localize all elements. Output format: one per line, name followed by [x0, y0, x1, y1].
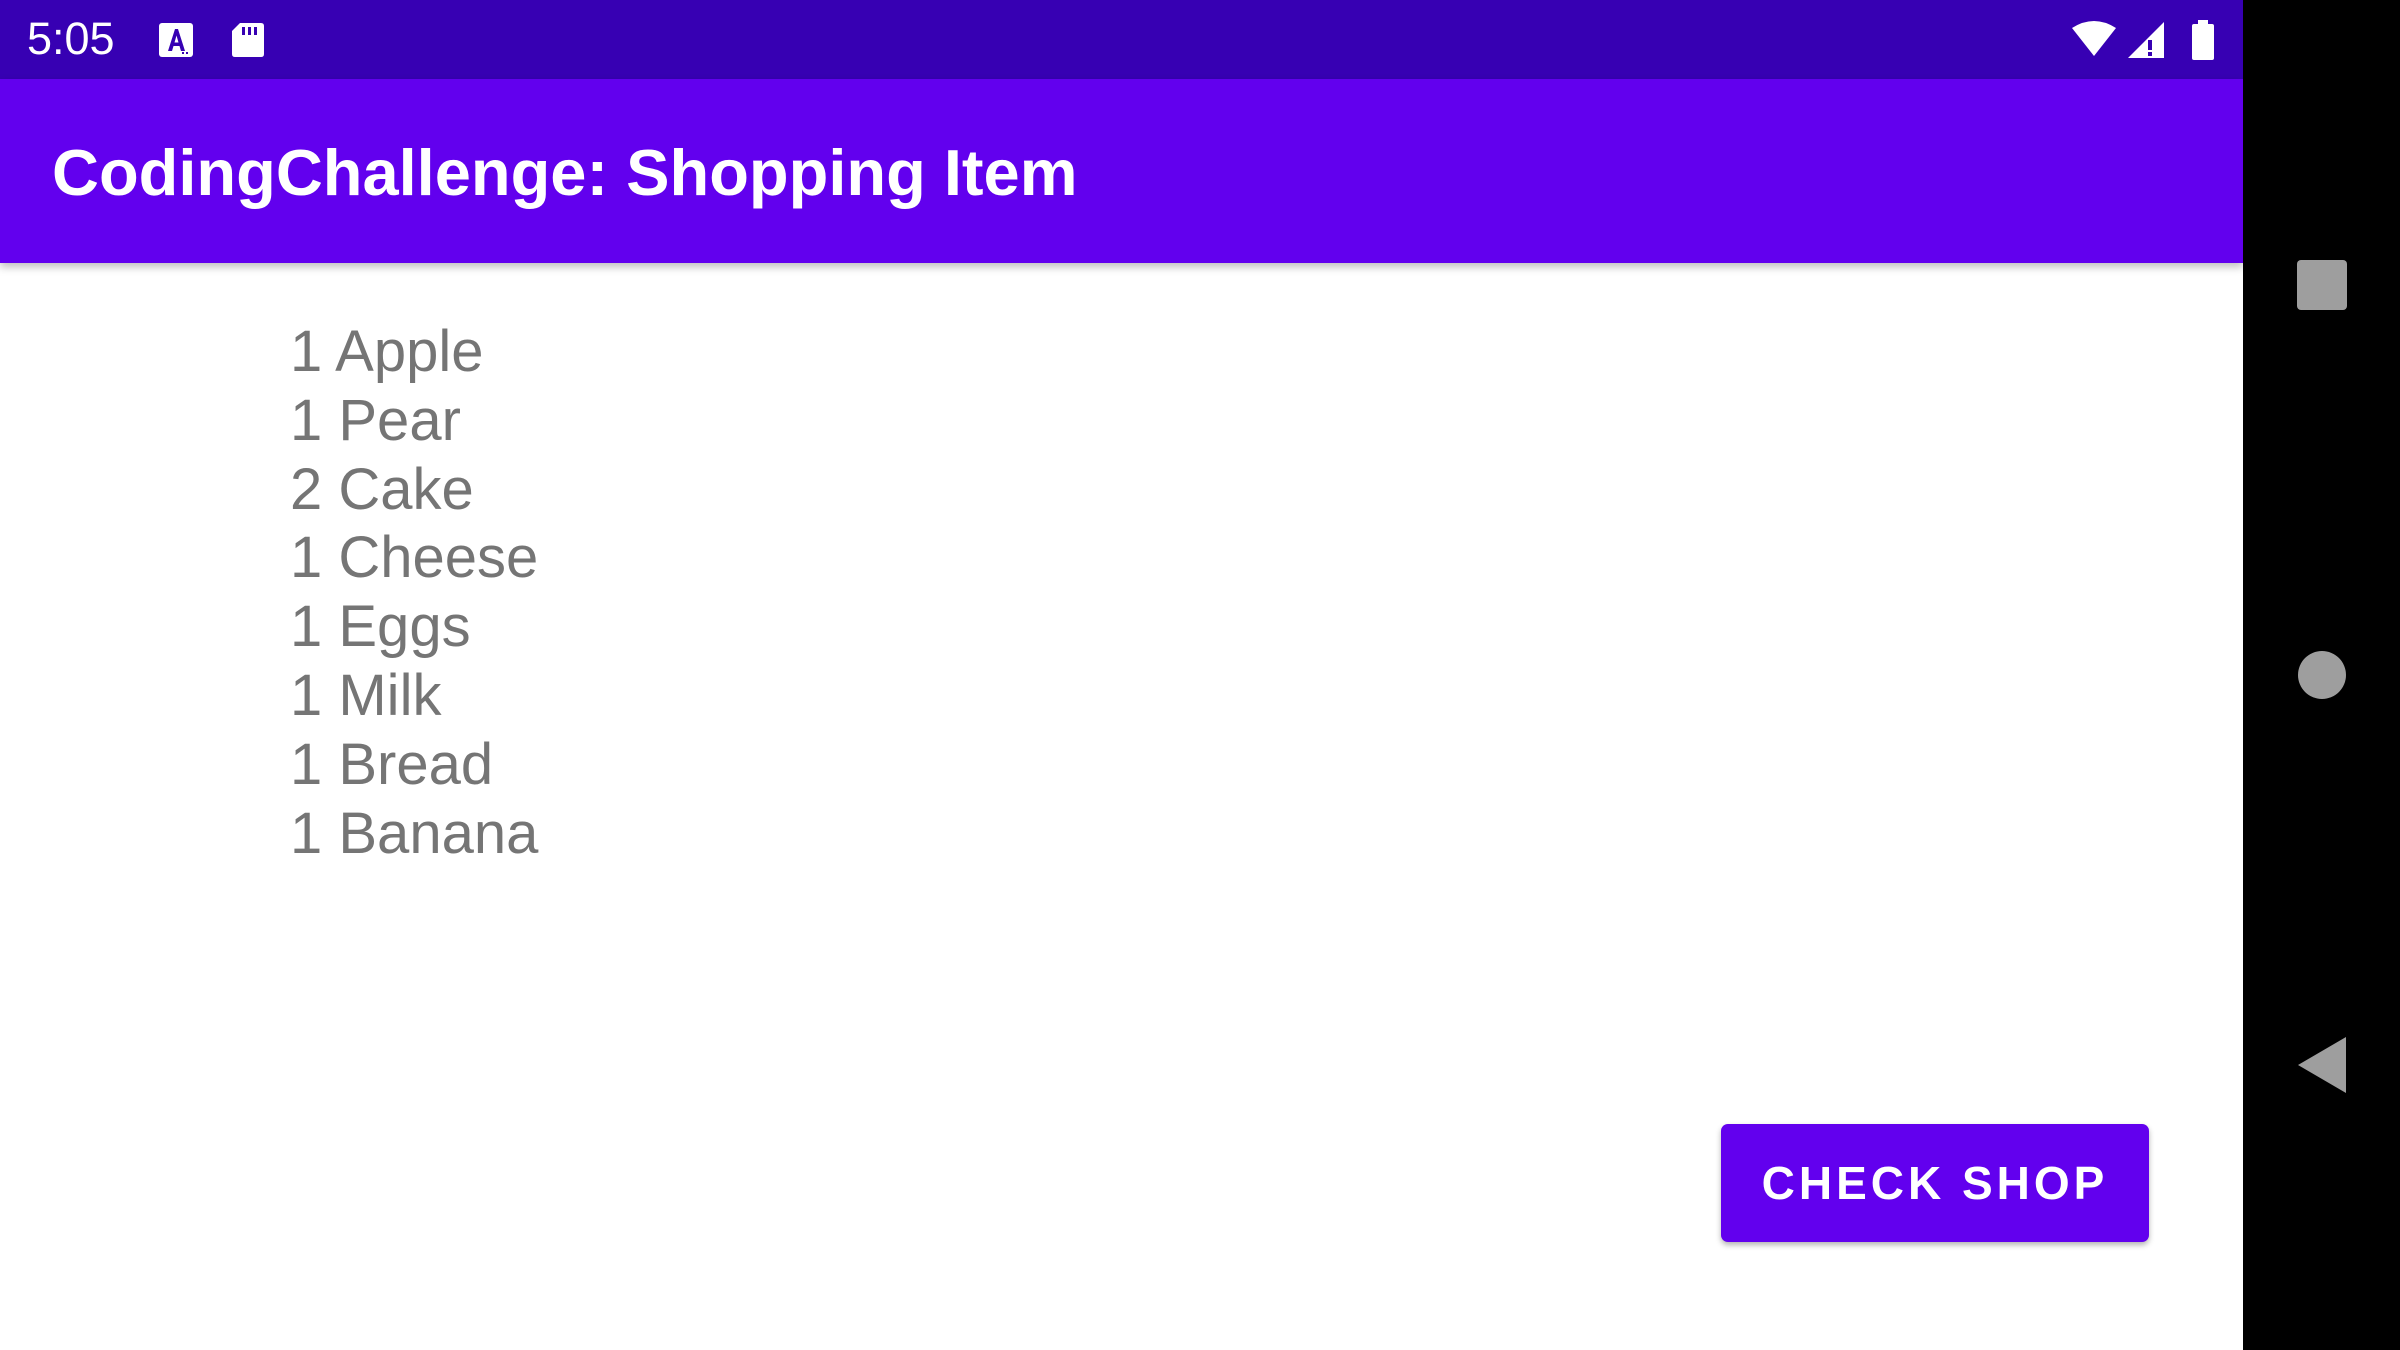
navigation-bar — [2243, 0, 2400, 1350]
check-shop-button[interactable]: CHECK SHOP — [1721, 1124, 2149, 1242]
text-input-icon — [156, 20, 196, 60]
back-button[interactable] — [2243, 985, 2400, 1145]
list-item: 1 Bread — [290, 731, 494, 797]
recents-icon — [2296, 260, 2347, 310]
cell-signal-icon — [2126, 20, 2166, 60]
list-item: 2 Cake — [290, 456, 474, 522]
shopping-list: 1 Apple 1 Pear 2 Cake 1 Cheese 1 Eggs 1 … — [290, 318, 538, 868]
status-time: 5:05 — [27, 13, 115, 64]
app-screen: 5:05 CodingChallenge: Shopping Item 1 Ap… — [0, 0, 2243, 1350]
sd-card-icon — [228, 20, 268, 60]
battery-icon — [2190, 20, 2216, 60]
list-item: 1 Pear — [290, 387, 461, 453]
list-item: 1 Banana — [290, 800, 539, 866]
recents-button[interactable] — [2243, 205, 2400, 365]
home-button[interactable] — [2243, 595, 2400, 755]
list-item: 1 Milk — [290, 662, 442, 728]
list-item: 1 Apple — [290, 319, 484, 384]
app-bar: CodingChallenge: Shopping Item — [0, 79, 2243, 263]
home-icon — [2297, 651, 2346, 699]
wifi-icon — [2070, 20, 2118, 60]
list-item: 1 Cheese — [290, 525, 539, 591]
status-bar: 5:05 — [0, 0, 2243, 79]
list-item: 1 Eggs — [290, 594, 471, 660]
app-title: CodingChallenge: Shopping Item — [52, 136, 1078, 209]
back-icon — [2297, 1037, 2346, 1093]
